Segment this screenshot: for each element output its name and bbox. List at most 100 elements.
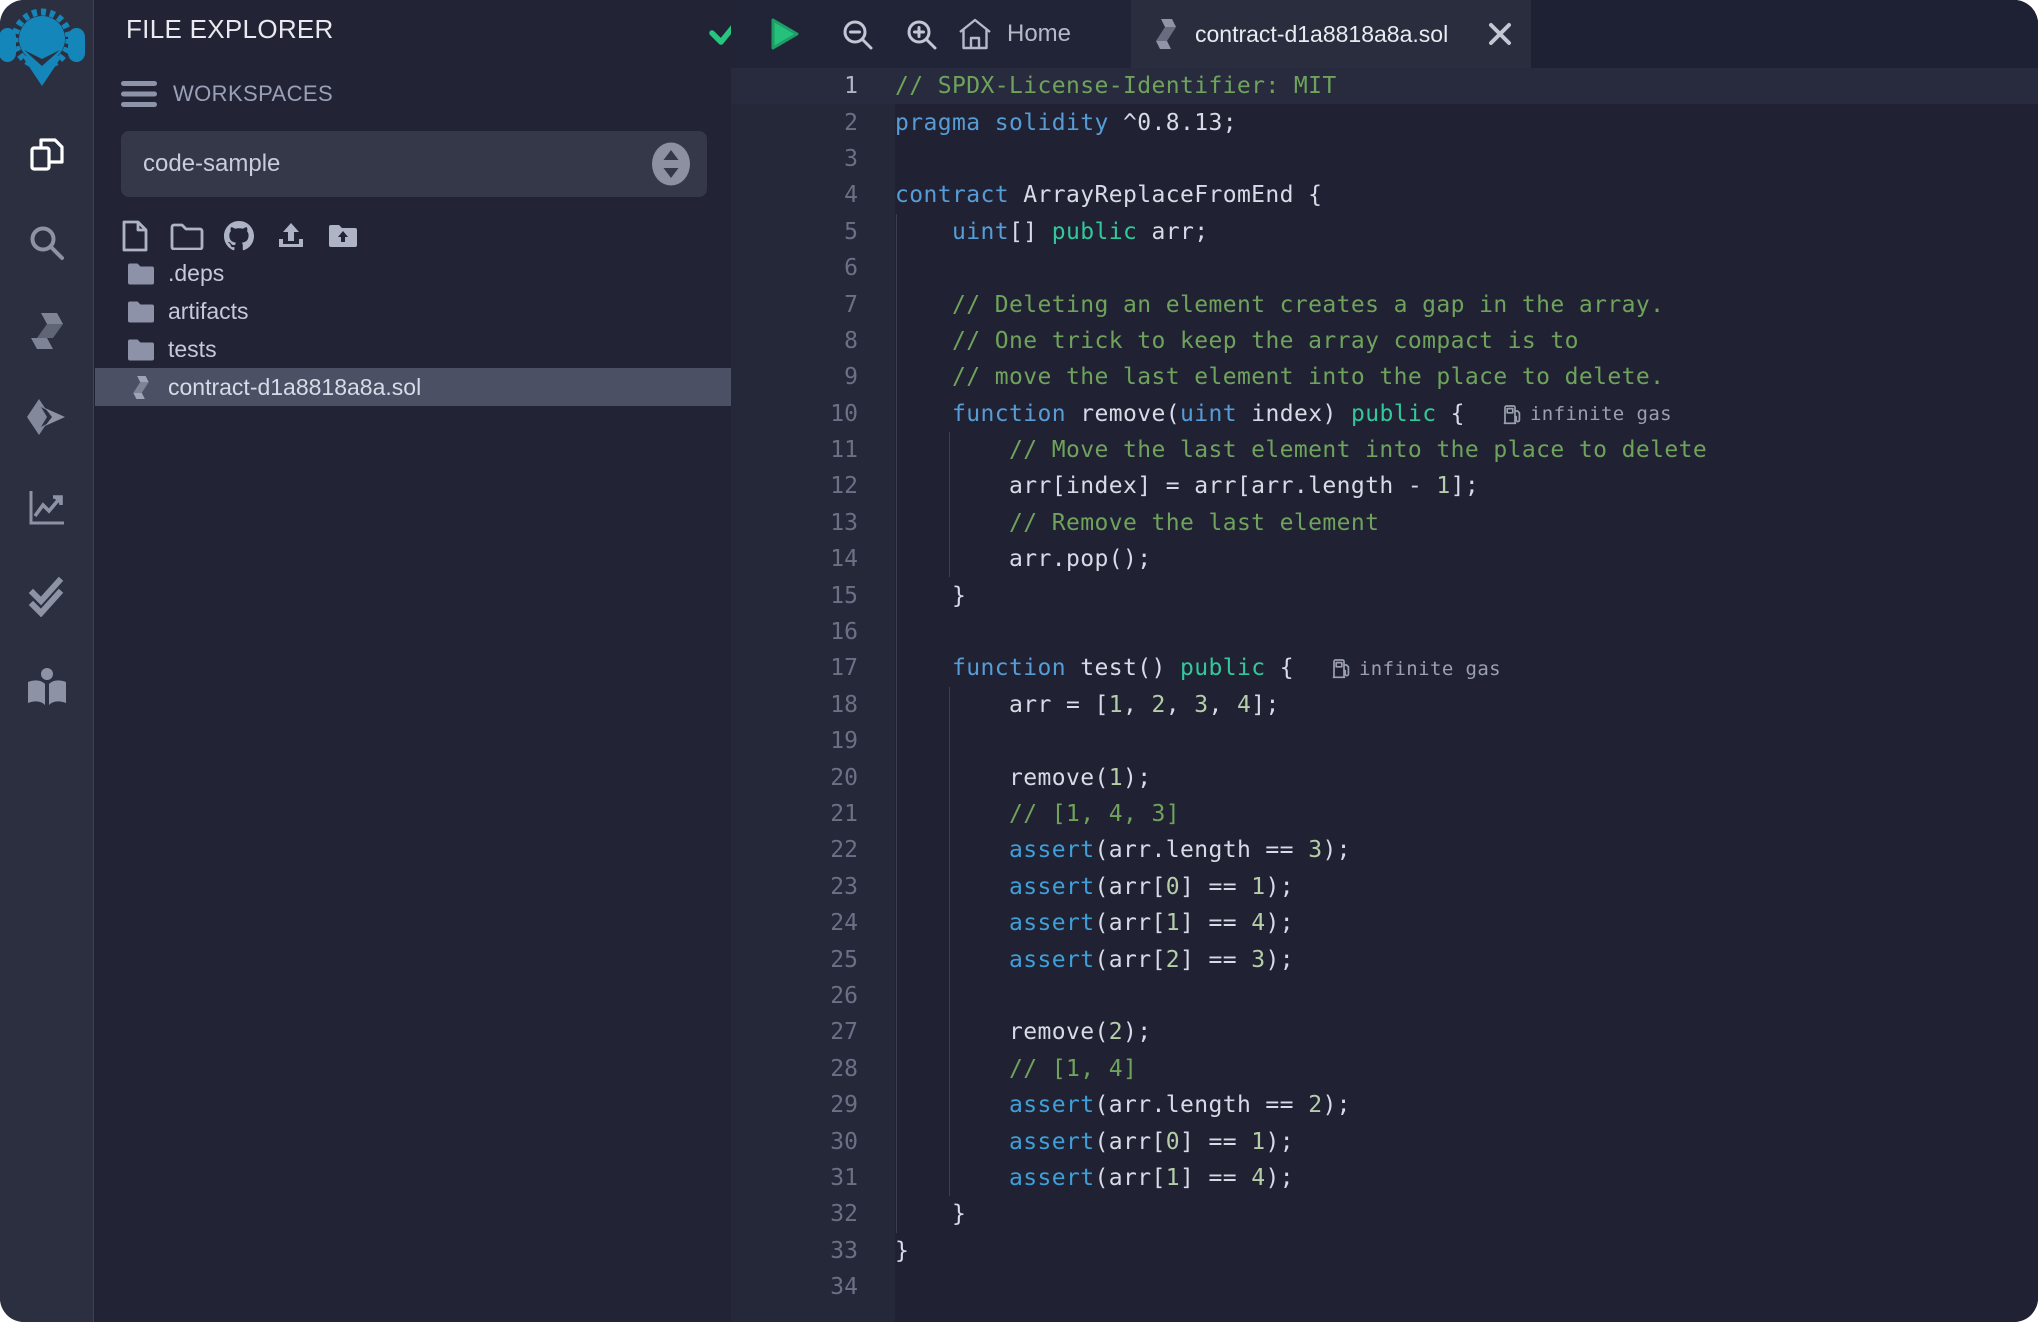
- code-editor[interactable]: 1// SPDX-License-Identifier: MIT2pragma …: [731, 68, 2038, 1322]
- sidebar-solidity-compiler-icon[interactable]: [0, 299, 94, 363]
- code-text: assert(arr[1] == 4);: [895, 910, 1294, 936]
- code-line: 10 function remove(uint index) public {i…: [731, 396, 2038, 432]
- line-number: 12: [731, 473, 895, 499]
- code-line: 6: [731, 250, 2038, 286]
- line-number: 16: [731, 619, 895, 645]
- create-folder-icon[interactable]: [169, 218, 205, 254]
- code-text: remove(2);: [895, 1019, 1151, 1045]
- file-explorer-title: FILE EXPLORER: [126, 14, 334, 45]
- indent-guide: [896, 978, 898, 1014]
- sidebar-analytics-icon[interactable]: [0, 475, 94, 539]
- code-line: 5 uint[] public arr;: [731, 214, 2038, 250]
- code-text: function remove(uint index) public {infi…: [895, 401, 1672, 427]
- tree-item-artifacts[interactable]: artifacts: [95, 292, 731, 330]
- line-number: 7: [731, 292, 895, 318]
- code-line: 21 // [1, 4, 3]: [731, 796, 2038, 832]
- zoom-out-button[interactable]: [829, 0, 885, 68]
- tab-contract-file[interactable]: contract-d1a8818a8a.sol: [1131, 0, 1531, 68]
- sidebar-deploy-run-icon[interactable]: [0, 387, 94, 451]
- line-number: 1: [731, 73, 895, 99]
- line-number: 14: [731, 546, 895, 572]
- code-line: 33}: [731, 1233, 2038, 1269]
- code-text: // Remove the last element: [895, 510, 1379, 536]
- close-tab-icon[interactable]: [1487, 21, 1513, 47]
- zoom-in-button[interactable]: [893, 0, 949, 68]
- indent-guide: [896, 723, 898, 759]
- code-text: contract ArrayReplaceFromEnd {: [895, 182, 1322, 208]
- line-number: 22: [731, 837, 895, 863]
- line-number: 3: [731, 146, 895, 172]
- code-line: 31 assert(arr[1] == 4);: [731, 1160, 2038, 1196]
- code-text: // Move the last element into the place …: [895, 437, 1707, 463]
- folder-icon: [127, 300, 155, 323]
- line-number: 5: [731, 219, 895, 245]
- workspaces-menu-icon[interactable]: [121, 80, 157, 108]
- code-line: 28 // [1, 4]: [731, 1051, 2038, 1087]
- sidebar-search-icon[interactable]: [0, 211, 94, 275]
- tree-item-contract-d1a8818a8a-sol[interactable]: contract-d1a8818a8a.sol: [95, 368, 731, 406]
- remix-logo-icon[interactable]: [0, 0, 86, 94]
- line-number: 25: [731, 947, 895, 973]
- tab-contract-file-label: contract-d1a8818a8a.sol: [1195, 21, 1448, 48]
- tab-home[interactable]: Home: [957, 0, 1071, 68]
- code-line: 24 assert(arr[1] == 4);: [731, 905, 2038, 941]
- tab-home-label: Home: [1007, 20, 1071, 48]
- tree-item-tests[interactable]: tests: [95, 330, 731, 368]
- upload-folder-icon[interactable]: [325, 218, 361, 254]
- line-number: 11: [731, 437, 895, 463]
- gas-pump-icon: [1332, 658, 1350, 679]
- line-number: 29: [731, 1092, 895, 1118]
- solidity-icon: [127, 375, 155, 400]
- code-line: 9 // move the last element into the plac…: [731, 359, 2038, 395]
- file-explorer-toolbar: [117, 218, 361, 254]
- code-text: uint[] public arr;: [895, 219, 1208, 245]
- code-line: 3: [731, 141, 2038, 177]
- code-line: 20 remove(1);: [731, 759, 2038, 795]
- line-number: 17: [731, 655, 895, 681]
- line-number: 24: [731, 910, 895, 936]
- code-text: arr = [1, 2, 3, 4];: [895, 692, 1280, 718]
- run-script-button[interactable]: [755, 0, 811, 68]
- line-number: 2: [731, 110, 895, 136]
- workspace-select-spinner-icon[interactable]: [651, 142, 691, 186]
- sidebar-file-explorer-icon[interactable]: [0, 123, 94, 187]
- code-line: 14 arr.pop();: [731, 541, 2038, 577]
- code-text: pragma solidity ^0.8.13;: [895, 110, 1237, 136]
- code-text: arr[index] = arr[arr.length - 1];: [895, 473, 1479, 499]
- workspace-select[interactable]: code-sample: [121, 131, 707, 197]
- code-line: 34: [731, 1269, 2038, 1305]
- code-text: assert(arr[0] == 1);: [895, 1129, 1294, 1155]
- clone-github-icon[interactable]: [221, 218, 257, 254]
- code-line: 2pragma solidity ^0.8.13;: [731, 104, 2038, 140]
- line-number: 4: [731, 182, 895, 208]
- folder-icon: [127, 338, 155, 361]
- sidebar-learneth-icon[interactable]: [0, 657, 94, 721]
- line-number: 33: [731, 1238, 895, 1264]
- upload-file-icon[interactable]: [273, 218, 309, 254]
- line-number: 21: [731, 801, 895, 827]
- line-number: 6: [731, 255, 895, 281]
- code-line: 7 // Deleting an element creates a gap i…: [731, 286, 2038, 322]
- create-file-icon[interactable]: [117, 218, 153, 254]
- code-line: 15 }: [731, 577, 2038, 613]
- tree-item-label: artifacts: [168, 298, 249, 325]
- code-line: 23 assert(arr[0] == 1);: [731, 869, 2038, 905]
- code-text: }: [895, 583, 966, 609]
- code-text: arr.pop();: [895, 546, 1151, 572]
- line-number: 9: [731, 364, 895, 390]
- sidebar-unit-testing-icon[interactable]: [0, 563, 94, 627]
- editor-area: Home contract-d1a8818a8a.sol: [731, 0, 2038, 1322]
- line-number: 23: [731, 874, 895, 900]
- line-number: 34: [731, 1274, 895, 1300]
- code-text: }: [895, 1238, 909, 1264]
- code-line: 11 // Move the last element into the pla…: [731, 432, 2038, 468]
- tree-item--deps[interactable]: .deps: [95, 254, 731, 292]
- line-number: 13: [731, 510, 895, 536]
- line-number: 32: [731, 1201, 895, 1227]
- tree-item-label: contract-d1a8818a8a.sol: [168, 374, 421, 401]
- code-line: 12 arr[index] = arr[arr.length - 1];: [731, 468, 2038, 504]
- workspace-name: code-sample: [143, 150, 280, 178]
- gas-label: infinite gas: [1530, 403, 1672, 425]
- code-text: remove(1);: [895, 765, 1151, 791]
- code-line: 4contract ArrayReplaceFromEnd {: [731, 177, 2038, 213]
